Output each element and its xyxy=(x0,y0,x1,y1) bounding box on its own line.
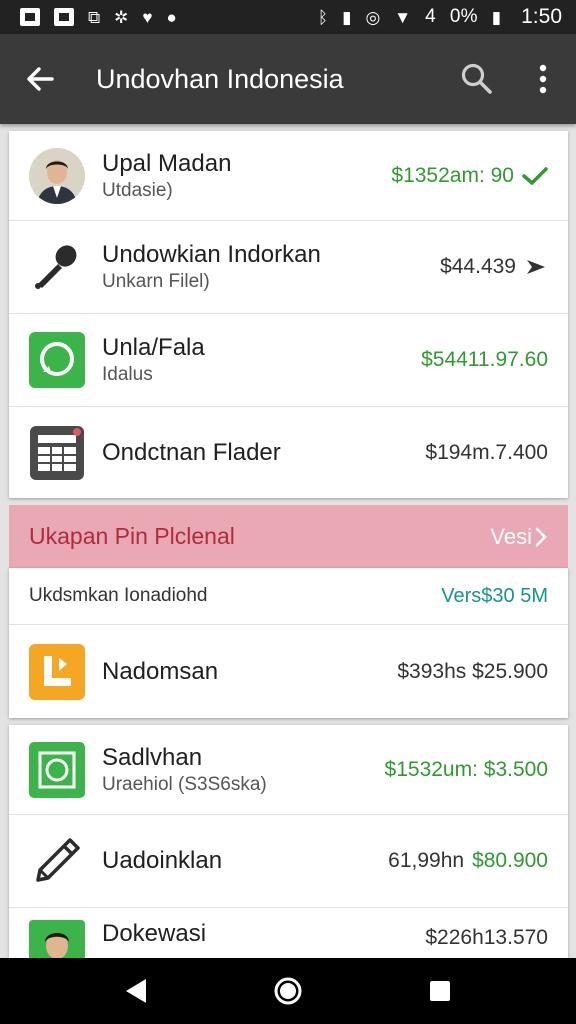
item-amount: $194m.7.400 xyxy=(425,440,548,464)
item-amount: $80.900 xyxy=(472,849,548,872)
section-title: Ukapan Pin Plclenal xyxy=(29,523,235,549)
avatar xyxy=(29,147,85,204)
list-item[interactable]: Upal Madan Utdasie) $1352am: 90 xyxy=(9,131,568,221)
alarm-icon: ◎ xyxy=(365,7,381,27)
search-icon xyxy=(461,63,492,94)
system-icons: ᛒ ▮ ◎ ▼ 4 0% ▮ 1:50 xyxy=(318,5,562,29)
item-title: Sadlvhan xyxy=(102,743,203,771)
notification-icons: ⧉ ✲ ♥ ● xyxy=(20,8,177,26)
nav-recents-icon xyxy=(430,981,450,1001)
nav-home-icon xyxy=(274,977,302,1005)
app-notification-icon: ⧉ xyxy=(88,7,101,27)
item-title: Undowkian Indorkan xyxy=(102,241,321,268)
vibrate-icon: ▮ xyxy=(342,7,352,27)
pencil-icon xyxy=(29,833,85,889)
item-title: Dokewasi xyxy=(102,920,207,947)
item-title: Nadomsan xyxy=(102,657,219,685)
section-link[interactable]: Vesi xyxy=(490,524,548,550)
item-title: Uadoinklan xyxy=(102,847,223,874)
section-header[interactable]: Ukapan Pin Plclenal Vesi xyxy=(9,505,568,568)
microphone-icon xyxy=(29,239,85,295)
nav-recents-button[interactable] xyxy=(410,961,470,1021)
photo-notification-icon xyxy=(54,8,74,26)
list-item[interactable]: Uadoinklan 61,99hn $80.900 xyxy=(9,815,568,908)
person-avatar-icon xyxy=(29,147,85,204)
battery-icon: ▮ xyxy=(491,7,502,27)
nav-back-button[interactable] xyxy=(106,961,166,1021)
item-amount: $1532um: $3.500 xyxy=(384,757,548,781)
image-notification-icon xyxy=(20,8,40,26)
item-title: Unla/Fala xyxy=(102,334,205,361)
summary-value: Vers$30 5M xyxy=(441,584,548,607)
network-label: 4 xyxy=(425,6,436,27)
chevron-right-icon xyxy=(535,527,547,546)
more-vert-icon xyxy=(539,64,547,94)
item-amount-prefix: 61,99hn xyxy=(388,849,465,872)
item-amount: $44.439 xyxy=(440,255,516,278)
list-item[interactable]: Ondctnan Flader $194m.7.400 xyxy=(9,407,568,498)
system-nav-bar xyxy=(0,958,576,1024)
send-arrow-icon xyxy=(527,260,545,274)
avatar-green xyxy=(29,920,85,958)
item-amount: $1352am: 90 xyxy=(391,163,514,187)
section-card: Ukdsmkan Ionadiohd Vers$30 5M Nadomsan $… xyxy=(9,568,568,718)
bluetooth-icon: ᛒ xyxy=(317,7,329,27)
summary-row[interactable]: Ukdsmkan Ionadiohd Vers$30 5M xyxy=(9,568,568,625)
section-link-label: Vesi xyxy=(490,523,532,549)
orange-app-icon xyxy=(29,643,85,700)
list-item[interactable]: Sadlvhan Uraehiol (S3S6ska) $1532um: $3.… xyxy=(9,725,568,815)
clock: 1:50 xyxy=(521,5,562,28)
search-button[interactable] xyxy=(444,34,510,124)
list-item[interactable]: Undowkian Indorkan Unkarn Filel) $44.439 xyxy=(9,221,568,314)
item-amount: $393hs $25.900 xyxy=(397,659,548,683)
check-icon xyxy=(522,166,548,185)
screen: ⧉ ✲ ♥ ● ᛒ ▮ ◎ ▼ 4 0% ▮ 1:50 Undovhan Ind… xyxy=(0,0,576,1024)
list-item[interactable]: Dokewasi $226h13.570 xyxy=(9,908,568,958)
status-bar: ⧉ ✲ ♥ ● ᛒ ▮ ◎ ▼ 4 0% ▮ 1:50 xyxy=(0,0,576,34)
item-subtitle: Uraehiol (S3S6ska) xyxy=(102,773,267,795)
item-title: Ondctnan Flader xyxy=(102,438,281,466)
transactions-card: Upal Madan Utdasie) $1352am: 90 Undowkia… xyxy=(9,131,568,498)
heart-notification-icon: ♥ xyxy=(142,7,153,27)
transactions-card-2: Sadlvhan Uraehiol (S3S6ska) $1532um: $3.… xyxy=(9,725,568,958)
back-arrow-icon xyxy=(27,67,54,91)
more-options-button[interactable] xyxy=(510,34,576,124)
globe-notification-icon: ● xyxy=(166,7,177,27)
battery-label: 0% xyxy=(449,6,478,27)
summary-label: Ukdsmkan Ionadiohd xyxy=(29,585,208,606)
item-subtitle: Utdasie) xyxy=(102,179,173,201)
chat-bubble-icon xyxy=(29,332,85,388)
app-toolbar: Undovhan Indonesia xyxy=(0,34,576,124)
item-subtitle: Unkarn Filel) xyxy=(102,271,210,292)
calculator-icon xyxy=(29,425,85,481)
item-title: Upal Madan xyxy=(102,149,232,177)
wifi-icon: ▼ xyxy=(394,7,412,27)
back-button[interactable] xyxy=(0,34,80,124)
item-amount: $226h13.570 xyxy=(425,926,548,949)
nav-home-button[interactable] xyxy=(258,961,318,1021)
green-square-icon xyxy=(29,741,85,798)
item-amount: $54411.97.60 xyxy=(421,348,548,371)
item-subtitle: Idalus xyxy=(102,364,153,385)
list-item[interactable]: Unla/Fala Idalus $54411.97.60 xyxy=(9,314,568,407)
fan-notification-icon: ✲ xyxy=(114,7,129,27)
list-item[interactable]: Nadomsan $393hs $25.900 xyxy=(9,625,568,718)
page-title: Undovhan Indonesia xyxy=(96,63,344,94)
nav-back-icon xyxy=(126,979,146,1003)
